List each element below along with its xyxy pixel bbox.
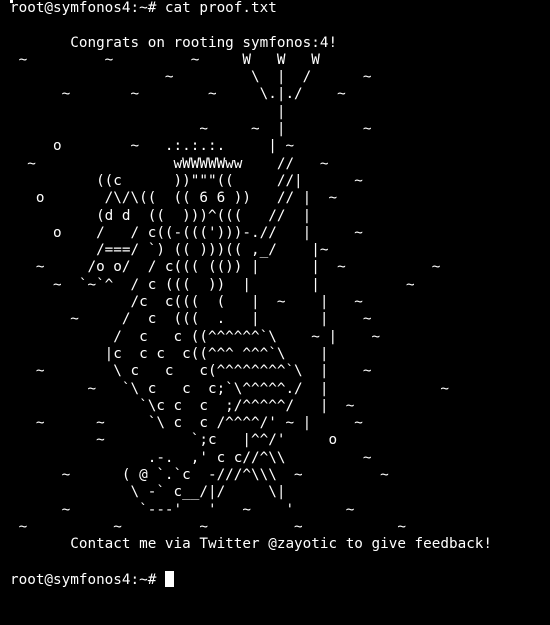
ascii-art-line: /c c((( ( | ~ | ~ xyxy=(10,294,363,311)
terminal-line-command: root@symfonos4:~# cat proof.txt xyxy=(10,0,277,16)
ascii-art-line: ~ `;c |^^/' o xyxy=(10,432,338,449)
ascii-art-line: o /\/\(( (( 6 6 )) // | ~ xyxy=(10,190,338,207)
proof-contact-text: Contact me via Twitter @zayotic to give … xyxy=(10,536,493,553)
ascii-art-line: ~ / c ((( . | | ~ xyxy=(10,311,372,328)
scrollback-fragment xyxy=(10,0,13,3)
ascii-art-line: ~ ~ | ~ xyxy=(10,121,372,138)
ascii-art-line: .-. ,' c c//^\\ ~ xyxy=(10,449,372,466)
ascii-art-line: ~ ~ `\ c c /^^^^/' ~ | ~ xyxy=(10,415,363,432)
ascii-art-line: / c c ((^^^^^^`\ ~ | ~ xyxy=(10,328,381,345)
ascii-art-line: (d d (( )))^((( // | xyxy=(10,207,312,224)
ascii-art-line: ~ ~ ~ W W W xyxy=(10,51,320,68)
ascii-art-line: ~ wWWWWWww // ~ xyxy=(10,155,329,172)
ascii-art-line: \ -` c__/|/ \| xyxy=(10,484,286,501)
shell-prompt: root@symfonos4:~# xyxy=(10,571,165,588)
ascii-art-line: ~ `\ c c c;`\^^^^^./ | ~ xyxy=(10,380,449,397)
ascii-art-line: | xyxy=(10,103,286,120)
ascii-art-line: o ~ .:.:.:. | ~ xyxy=(10,138,295,155)
ascii-art-line: ~ /o o/ / c((( (()) | | ~ ~ xyxy=(10,259,441,276)
ascii-art-line: ~ \ | / ~ xyxy=(10,69,372,86)
ascii-art-line: ~ `~`^ / c ((( )) | | ~ xyxy=(10,276,415,293)
text-cursor xyxy=(164,570,174,587)
ascii-art-line: |c c c c((^^^ ^^^`\ | xyxy=(10,345,329,362)
terminal-window[interactable]: root@symfonos4:~# cat proof.txt Congrats… xyxy=(0,0,550,625)
ascii-art-line: ~ \ c c c(^^^^^^^^`\ | ~ xyxy=(10,363,372,380)
ascii-art-line: ~ ~ ~ ~ ~ xyxy=(10,518,406,535)
ascii-art-line: ~ `---' ' ~ ' ~ xyxy=(10,501,355,518)
proof-congrats-text: Congrats on rooting symfonos:4! xyxy=(10,34,338,51)
ascii-art-line: o / / c((-(((')))-.// | ~ xyxy=(10,224,363,241)
ascii-art-line: ~ ~ ~ \.|./ ~ xyxy=(10,86,346,103)
ascii-art-line: `\c c c ;/^^^^^/ | ~ xyxy=(10,397,355,414)
ascii-art-line: /===/ `) (( )))(( ,_/ |~ xyxy=(10,242,329,259)
ascii-art-line: ~ ( @ `.`c -///^\\\ ~ ~ xyxy=(10,467,389,484)
ascii-art-line: ((c ))"""(( //| ~ xyxy=(10,172,363,189)
terminal-prompt-line[interactable]: root@symfonos4:~# xyxy=(0,570,550,588)
